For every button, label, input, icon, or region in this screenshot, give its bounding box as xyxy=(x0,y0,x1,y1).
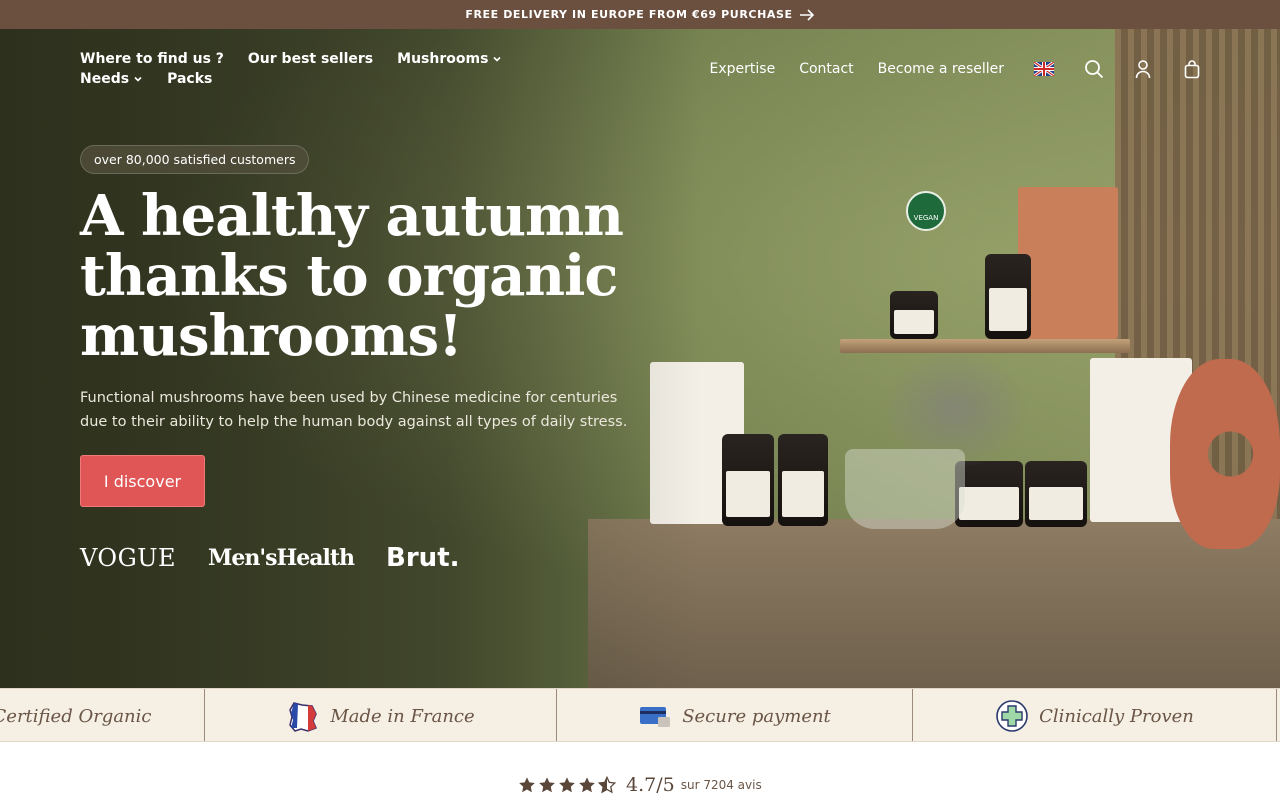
product-pouch-boost xyxy=(1018,187,1118,339)
hero-subtitle: Functional mushrooms have been used by C… xyxy=(80,390,628,430)
nav-item-best-sellers[interactable]: Our best sellers xyxy=(248,50,373,68)
product-jar xyxy=(890,291,938,339)
announcement-bar[interactable]: FREE DELIVERY IN EUROPE FROM €69 PURCHAS… xyxy=(0,0,1280,29)
medical-cross-icon xyxy=(996,700,1028,732)
shelf-decor xyxy=(840,339,1130,353)
star-half-icon xyxy=(598,776,616,794)
star-icon xyxy=(579,777,595,793)
uk-flag-icon[interactable] xyxy=(1034,62,1054,76)
search-icon[interactable] xyxy=(1084,59,1104,79)
main-nav-right: Expertise Contact Become a reseller xyxy=(710,58,1280,80)
nav-item-become-reseller[interactable]: Become a reseller xyxy=(878,61,1004,77)
glass-vase-decor xyxy=(845,449,965,529)
credit-card-icon xyxy=(640,707,671,727)
discover-button[interactable]: I discover xyxy=(80,455,205,507)
press-logo-brut: Brut. xyxy=(386,543,460,573)
main-nav-left: Where to find us ? Our best sellers Mush… xyxy=(80,50,560,88)
nav-item-expertise[interactable]: Expertise xyxy=(710,61,776,77)
star-icon xyxy=(559,777,575,793)
arrow-right-icon xyxy=(799,8,814,21)
france-map-icon xyxy=(289,702,318,732)
star-icon xyxy=(519,777,535,793)
trust-item-payment: Secure payment xyxy=(557,689,913,741)
press-logos: VOGUE Men'sHealth Brut. xyxy=(80,543,460,573)
chevron-down-icon xyxy=(134,76,142,82)
product-jar xyxy=(985,254,1031,339)
rating-summary[interactable]: 4.7/5 sur 7204 avis xyxy=(518,774,762,796)
trust-item-clinical: Clinically Proven xyxy=(913,689,1277,741)
cart-icon[interactable] xyxy=(1182,59,1202,79)
press-logo-menshealth: Men'sHealth xyxy=(208,545,355,571)
nav-item-contact[interactable]: Contact xyxy=(799,61,853,77)
hero-title: A healthy autumn thanks to organic mushr… xyxy=(80,183,624,369)
trust-band: Certified Organic Made in France Secure … xyxy=(0,688,1280,742)
rating-stars xyxy=(518,776,616,794)
announcement-text: FREE DELIVERY IN EUROPE FROM €69 PURCHAS… xyxy=(465,8,793,21)
rating-review-count: sur 7204 avis xyxy=(680,778,762,792)
product-jar xyxy=(778,434,828,526)
trust-item-france: Made in France xyxy=(205,689,557,741)
nav-item-packs[interactable]: Packs xyxy=(167,70,212,88)
product-jar xyxy=(955,461,1023,527)
nav-item-where-to-find-us[interactable]: Where to find us ? xyxy=(80,50,224,68)
rating-score: 4.7/5 xyxy=(626,774,675,796)
nav-item-mushrooms[interactable]: Mushrooms xyxy=(397,50,502,68)
nav-item-needs[interactable]: Needs xyxy=(80,70,143,88)
terracotta-vase-decor xyxy=(1170,359,1280,549)
account-icon[interactable] xyxy=(1133,59,1153,79)
star-icon xyxy=(539,777,555,793)
product-jar xyxy=(722,434,774,526)
customers-badge: over 80,000 satisfied customers xyxy=(80,145,310,174)
chevron-down-icon xyxy=(493,56,501,62)
vegan-badge-icon: VEGAN xyxy=(906,191,946,231)
press-logo-vogue: VOGUE xyxy=(80,544,177,572)
product-jar xyxy=(1025,461,1087,527)
trust-item-organic: Certified Organic xyxy=(0,689,205,741)
